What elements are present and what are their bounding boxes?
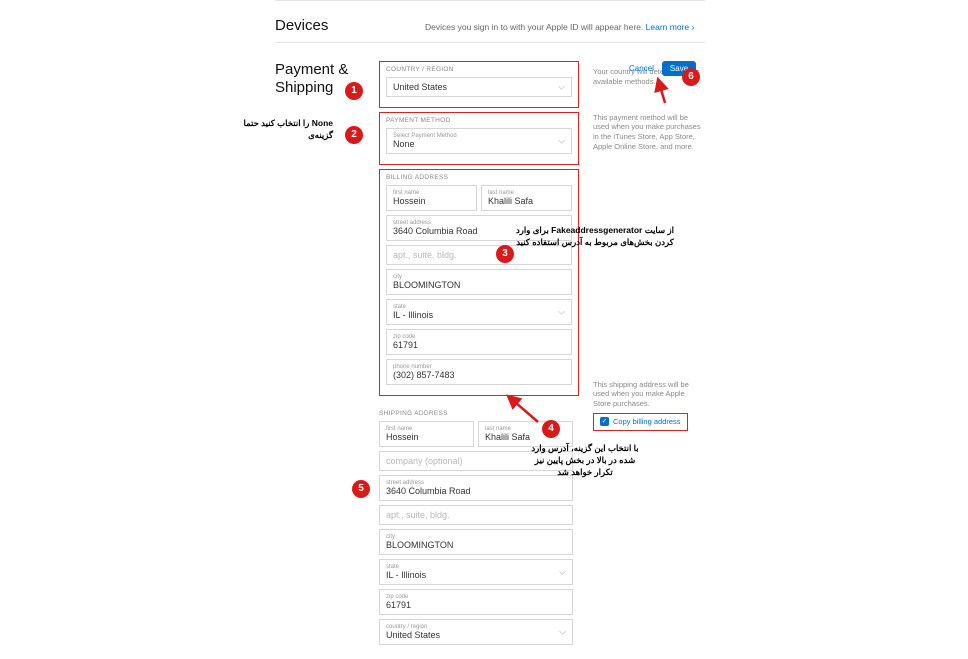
annotation-badge-4: 4 bbox=[542, 420, 560, 438]
form-column: COUNTRY / REGION United States PAYMENT M… bbox=[379, 61, 579, 659]
devices-title: Devices bbox=[275, 17, 365, 34]
copy-checkbox[interactable]: ✓ bbox=[600, 417, 609, 426]
annotation-note-left: None را انتخاب کنید حتما گزینه‌ی bbox=[238, 118, 333, 142]
shipping-desc: This shipping address will be used when … bbox=[593, 380, 703, 409]
annotation-badge-6: 6 bbox=[682, 68, 700, 86]
billing-zip[interactable]: zip code 61791 bbox=[386, 329, 572, 355]
shipping-apt[interactable]: apt., suite, bldg. bbox=[379, 505, 573, 525]
shipping-label: SHIPPING ADDRESS bbox=[379, 410, 573, 417]
cancel-button[interactable]: Cancel bbox=[625, 62, 658, 75]
shipping-zip[interactable]: zip code 61791 bbox=[379, 589, 573, 615]
country-select[interactable]: United States bbox=[386, 77, 572, 97]
payment-title: Payment & Shipping bbox=[275, 61, 365, 659]
description-column: Your country will determine your availab… bbox=[593, 61, 703, 659]
devices-text: Devices you sign in to with your Apple I… bbox=[425, 22, 694, 32]
annotation-badge-1: 1 bbox=[345, 82, 363, 100]
annotation-note-4: با انتخاب این گزینه، آدرس وارد شده در با… bbox=[525, 443, 645, 479]
country-group: COUNTRY / REGION United States bbox=[379, 61, 579, 108]
billing-phone[interactable]: phone number (302) 857-7483 bbox=[386, 359, 572, 385]
shipping-city[interactable]: city BLOOMINGTON bbox=[379, 529, 573, 555]
annotation-badge-2: 2 bbox=[345, 126, 363, 144]
payment-method-group: PAYMENT METHOD Select Payment Method Non… bbox=[379, 112, 579, 165]
country-label: COUNTRY / REGION bbox=[386, 66, 572, 73]
method-desc: This payment method will be used when yo… bbox=[593, 113, 703, 152]
billing-label: BILLING ADDRESS bbox=[386, 174, 572, 181]
copy-label: Copy billing address bbox=[613, 417, 681, 427]
annotation-badge-3: 3 bbox=[496, 245, 514, 263]
annotation-badge-5: 5 bbox=[352, 480, 370, 498]
copy-billing-row[interactable]: ✓ Copy billing address bbox=[593, 413, 688, 431]
shipping-state[interactable]: state IL - Illinois bbox=[379, 559, 573, 585]
billing-address-group: BILLING ADDRESS first name Hossein last … bbox=[379, 169, 579, 396]
shipping-first-name[interactable]: first name Hossein bbox=[379, 421, 474, 447]
shipping-country[interactable]: country / region United States bbox=[379, 619, 573, 645]
payment-method-label: PAYMENT METHOD bbox=[386, 117, 572, 124]
devices-section: Devices Devices you sign in to with your… bbox=[275, 0, 705, 42]
shipping-street[interactable]: street address 3640 Columbia Road bbox=[379, 475, 573, 501]
payment-method-select[interactable]: Select Payment Method None bbox=[386, 128, 572, 154]
learn-more-link[interactable]: Learn more › bbox=[646, 22, 695, 32]
annotation-note-3: از سایت Fakeaddressgenerator برای وارد ک… bbox=[515, 225, 675, 249]
payment-shipping-section: Payment & Shipping COUNTRY / REGION Unit… bbox=[275, 42, 705, 659]
billing-first-name[interactable]: first name Hossein bbox=[386, 185, 477, 211]
billing-city[interactable]: city BLOOMINGTON bbox=[386, 269, 572, 295]
billing-last-name[interactable]: last name Khalili Safa bbox=[481, 185, 572, 211]
billing-state[interactable]: state IL - Illinois bbox=[386, 299, 572, 325]
